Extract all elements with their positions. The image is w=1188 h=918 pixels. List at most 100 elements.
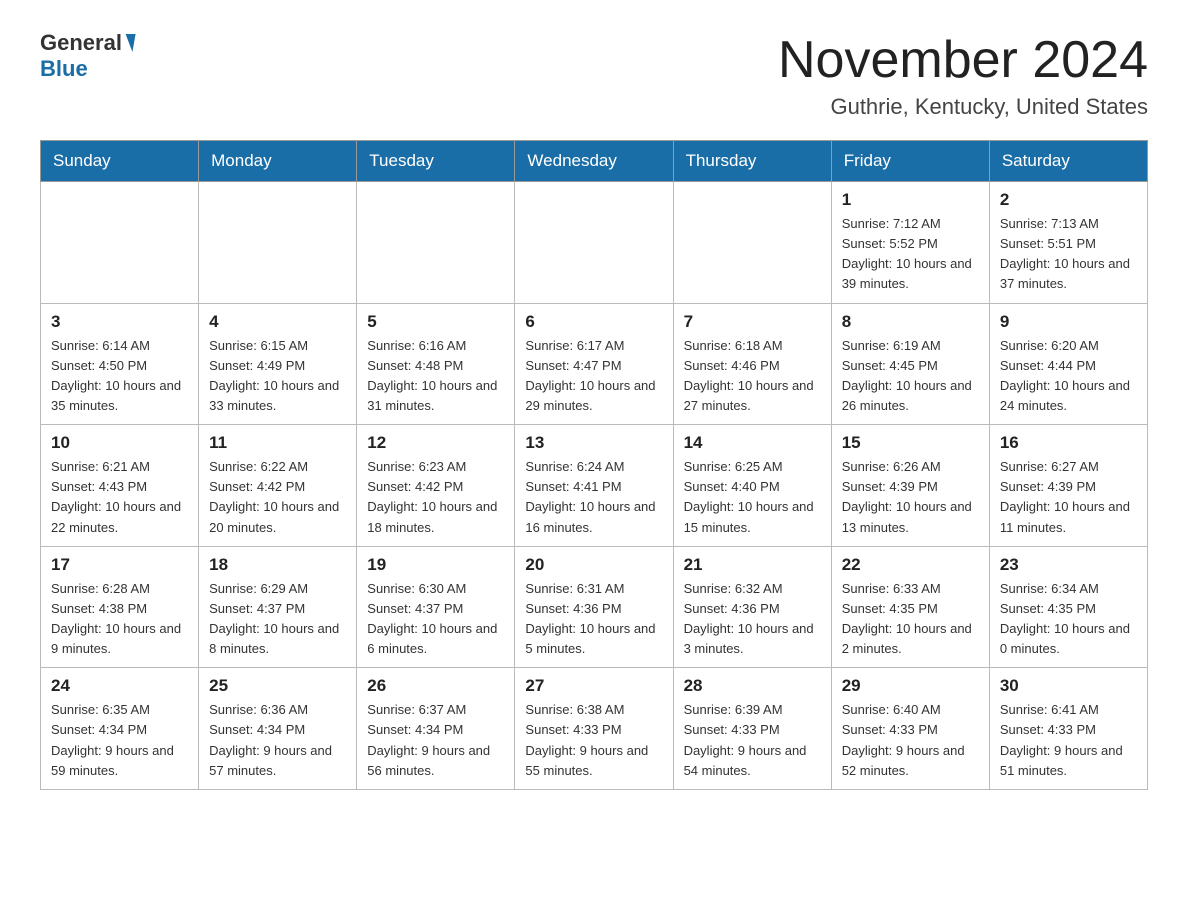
calendar-cell: [515, 182, 673, 304]
calendar-week-row: 10 Sunrise: 6:21 AMSunset: 4:43 PMDayligh…: [41, 425, 1148, 547]
day-info: Sunrise: 6:20 AMSunset: 4:44 PMDaylight:…: [1000, 336, 1137, 417]
day-number: 7: [684, 312, 821, 332]
day-info: Sunrise: 6:33 AMSunset: 4:35 PMDaylight:…: [842, 579, 979, 660]
day-number: 30: [1000, 676, 1137, 696]
day-number: 29: [842, 676, 979, 696]
calendar-weekday-header: Saturday: [989, 141, 1147, 182]
calendar-weekday-header: Wednesday: [515, 141, 673, 182]
day-number: 6: [525, 312, 662, 332]
day-number: 25: [209, 676, 346, 696]
day-number: 19: [367, 555, 504, 575]
calendar-cell: 19 Sunrise: 6:30 AMSunset: 4:37 PMDayligh…: [357, 546, 515, 668]
calendar-weekday-header: Thursday: [673, 141, 831, 182]
calendar-cell: 3 Sunrise: 6:14 AMSunset: 4:50 PMDaylight…: [41, 303, 199, 425]
calendar-cell: 18 Sunrise: 6:29 AMSunset: 4:37 PMDayligh…: [199, 546, 357, 668]
logo: General Blue: [40, 30, 136, 82]
calendar-cell: 24 Sunrise: 6:35 AMSunset: 4:34 PMDayligh…: [41, 668, 199, 790]
calendar-cell: 11 Sunrise: 6:22 AMSunset: 4:42 PMDayligh…: [199, 425, 357, 547]
calendar-weekday-header: Sunday: [41, 141, 199, 182]
calendar-cell: [357, 182, 515, 304]
calendar-cell: 25 Sunrise: 6:36 AMSunset: 4:34 PMDayligh…: [199, 668, 357, 790]
calendar-weekday-header: Monday: [199, 141, 357, 182]
calendar-cell: 12 Sunrise: 6:23 AMSunset: 4:42 PMDayligh…: [357, 425, 515, 547]
location-subtitle: Guthrie, Kentucky, United States: [778, 94, 1148, 120]
day-info: Sunrise: 6:40 AMSunset: 4:33 PMDaylight:…: [842, 700, 979, 781]
day-info: Sunrise: 6:30 AMSunset: 4:37 PMDaylight:…: [367, 579, 504, 660]
calendar-cell: 26Sunrise: 6:37 AMSunset: 4:34 PMDayligh…: [357, 668, 515, 790]
logo-arrow-icon: [122, 34, 135, 52]
day-info: Sunrise: 7:13 AMSunset: 5:51 PMDaylight:…: [1000, 214, 1137, 295]
day-number: 18: [209, 555, 346, 575]
calendar-cell: 9 Sunrise: 6:20 AMSunset: 4:44 PMDaylight…: [989, 303, 1147, 425]
day-info: Sunrise: 6:16 AMSunset: 4:48 PMDaylight:…: [367, 336, 504, 417]
calendar-table: SundayMondayTuesdayWednesdayThursdayFrid…: [40, 140, 1148, 790]
logo-blue-text: Blue: [40, 56, 88, 81]
day-info: Sunrise: 6:34 AMSunset: 4:35 PMDaylight:…: [1000, 579, 1137, 660]
calendar-cell: 5 Sunrise: 6:16 AMSunset: 4:48 PMDaylight…: [357, 303, 515, 425]
day-info: Sunrise: 6:26 AMSunset: 4:39 PMDaylight:…: [842, 457, 979, 538]
calendar-header-row: SundayMondayTuesdayWednesdayThursdayFrid…: [41, 141, 1148, 182]
day-number: 1: [842, 190, 979, 210]
calendar-cell: 17 Sunrise: 6:28 AMSunset: 4:38 PMDayligh…: [41, 546, 199, 668]
calendar-cell: 8Sunrise: 6:19 AMSunset: 4:45 PMDaylight…: [831, 303, 989, 425]
calendar-weekday-header: Friday: [831, 141, 989, 182]
title-section: November 2024 Guthrie, Kentucky, United …: [778, 30, 1148, 120]
day-info: Sunrise: 6:22 AMSunset: 4:42 PMDaylight:…: [209, 457, 346, 538]
day-number: 17: [51, 555, 188, 575]
day-info: Sunrise: 6:29 AMSunset: 4:37 PMDaylight:…: [209, 579, 346, 660]
day-info: Sunrise: 7:12 AMSunset: 5:52 PMDaylight:…: [842, 214, 979, 295]
calendar-week-row: 24 Sunrise: 6:35 AMSunset: 4:34 PMDayligh…: [41, 668, 1148, 790]
calendar-cell: 14 Sunrise: 6:25 AMSunset: 4:40 PMDayligh…: [673, 425, 831, 547]
day-info: Sunrise: 6:18 AMSunset: 4:46 PMDaylight:…: [684, 336, 821, 417]
day-number: 8: [842, 312, 979, 332]
calendar-cell: 10 Sunrise: 6:21 AMSunset: 4:43 PMDayligh…: [41, 425, 199, 547]
calendar-weekday-header: Tuesday: [357, 141, 515, 182]
day-info: Sunrise: 6:14 AMSunset: 4:50 PMDaylight:…: [51, 336, 188, 417]
day-info: Sunrise: 6:31 AMSunset: 4:36 PMDaylight:…: [525, 579, 662, 660]
day-info: Sunrise: 6:24 AMSunset: 4:41 PMDaylight:…: [525, 457, 662, 538]
day-number: 5: [367, 312, 504, 332]
day-number: 4: [209, 312, 346, 332]
day-number: 12: [367, 433, 504, 453]
day-number: 9: [1000, 312, 1137, 332]
day-number: 10: [51, 433, 188, 453]
day-info: Sunrise: 6:17 AMSunset: 4:47 PMDaylight:…: [525, 336, 662, 417]
day-info: Sunrise: 6:41 AMSunset: 4:33 PMDaylight:…: [1000, 700, 1137, 781]
day-number: 14: [684, 433, 821, 453]
calendar-cell: 6 Sunrise: 6:17 AMSunset: 4:47 PMDaylight…: [515, 303, 673, 425]
calendar-cell: [41, 182, 199, 304]
day-info: Sunrise: 6:36 AMSunset: 4:34 PMDaylight:…: [209, 700, 346, 781]
day-number: 3: [51, 312, 188, 332]
day-info: Sunrise: 6:23 AMSunset: 4:42 PMDaylight:…: [367, 457, 504, 538]
calendar-cell: 4 Sunrise: 6:15 AMSunset: 4:49 PMDaylight…: [199, 303, 357, 425]
day-info: Sunrise: 6:27 AMSunset: 4:39 PMDaylight:…: [1000, 457, 1137, 538]
calendar-cell: 16Sunrise: 6:27 AMSunset: 4:39 PMDayligh…: [989, 425, 1147, 547]
day-number: 21: [684, 555, 821, 575]
day-info: Sunrise: 6:21 AMSunset: 4:43 PMDaylight:…: [51, 457, 188, 538]
day-info: Sunrise: 6:32 AMSunset: 4:36 PMDaylight:…: [684, 579, 821, 660]
calendar-cell: 13Sunrise: 6:24 AMSunset: 4:41 PMDayligh…: [515, 425, 673, 547]
day-info: Sunrise: 6:28 AMSunset: 4:38 PMDaylight:…: [51, 579, 188, 660]
day-info: Sunrise: 6:25 AMSunset: 4:40 PMDaylight:…: [684, 457, 821, 538]
calendar-cell: 30 Sunrise: 6:41 AMSunset: 4:33 PMDayligh…: [989, 668, 1147, 790]
calendar-cell: 21 Sunrise: 6:32 AMSunset: 4:36 PMDayligh…: [673, 546, 831, 668]
calendar-cell: 1 Sunrise: 7:12 AMSunset: 5:52 PMDaylight…: [831, 182, 989, 304]
day-info: Sunrise: 6:35 AMSunset: 4:34 PMDaylight:…: [51, 700, 188, 781]
calendar-week-row: 1 Sunrise: 7:12 AMSunset: 5:52 PMDaylight…: [41, 182, 1148, 304]
month-title: November 2024: [778, 30, 1148, 90]
calendar-cell: 20Sunrise: 6:31 AMSunset: 4:36 PMDayligh…: [515, 546, 673, 668]
day-number: 24: [51, 676, 188, 696]
day-number: 22: [842, 555, 979, 575]
calendar-cell: 22 Sunrise: 6:33 AMSunset: 4:35 PMDayligh…: [831, 546, 989, 668]
day-number: 2: [1000, 190, 1137, 210]
calendar-cell: 28Sunrise: 6:39 AMSunset: 4:33 PMDayligh…: [673, 668, 831, 790]
page-header: General Blue November 2024 Guthrie, Kent…: [40, 30, 1148, 120]
day-number: 26: [367, 676, 504, 696]
day-number: 11: [209, 433, 346, 453]
calendar-week-row: 3 Sunrise: 6:14 AMSunset: 4:50 PMDaylight…: [41, 303, 1148, 425]
calendar-cell: 23Sunrise: 6:34 AMSunset: 4:35 PMDayligh…: [989, 546, 1147, 668]
day-info: Sunrise: 6:15 AMSunset: 4:49 PMDaylight:…: [209, 336, 346, 417]
calendar-week-row: 17 Sunrise: 6:28 AMSunset: 4:38 PMDayligh…: [41, 546, 1148, 668]
calendar-cell: 15Sunrise: 6:26 AMSunset: 4:39 PMDayligh…: [831, 425, 989, 547]
calendar-cell: 29 Sunrise: 6:40 AMSunset: 4:33 PMDayligh…: [831, 668, 989, 790]
